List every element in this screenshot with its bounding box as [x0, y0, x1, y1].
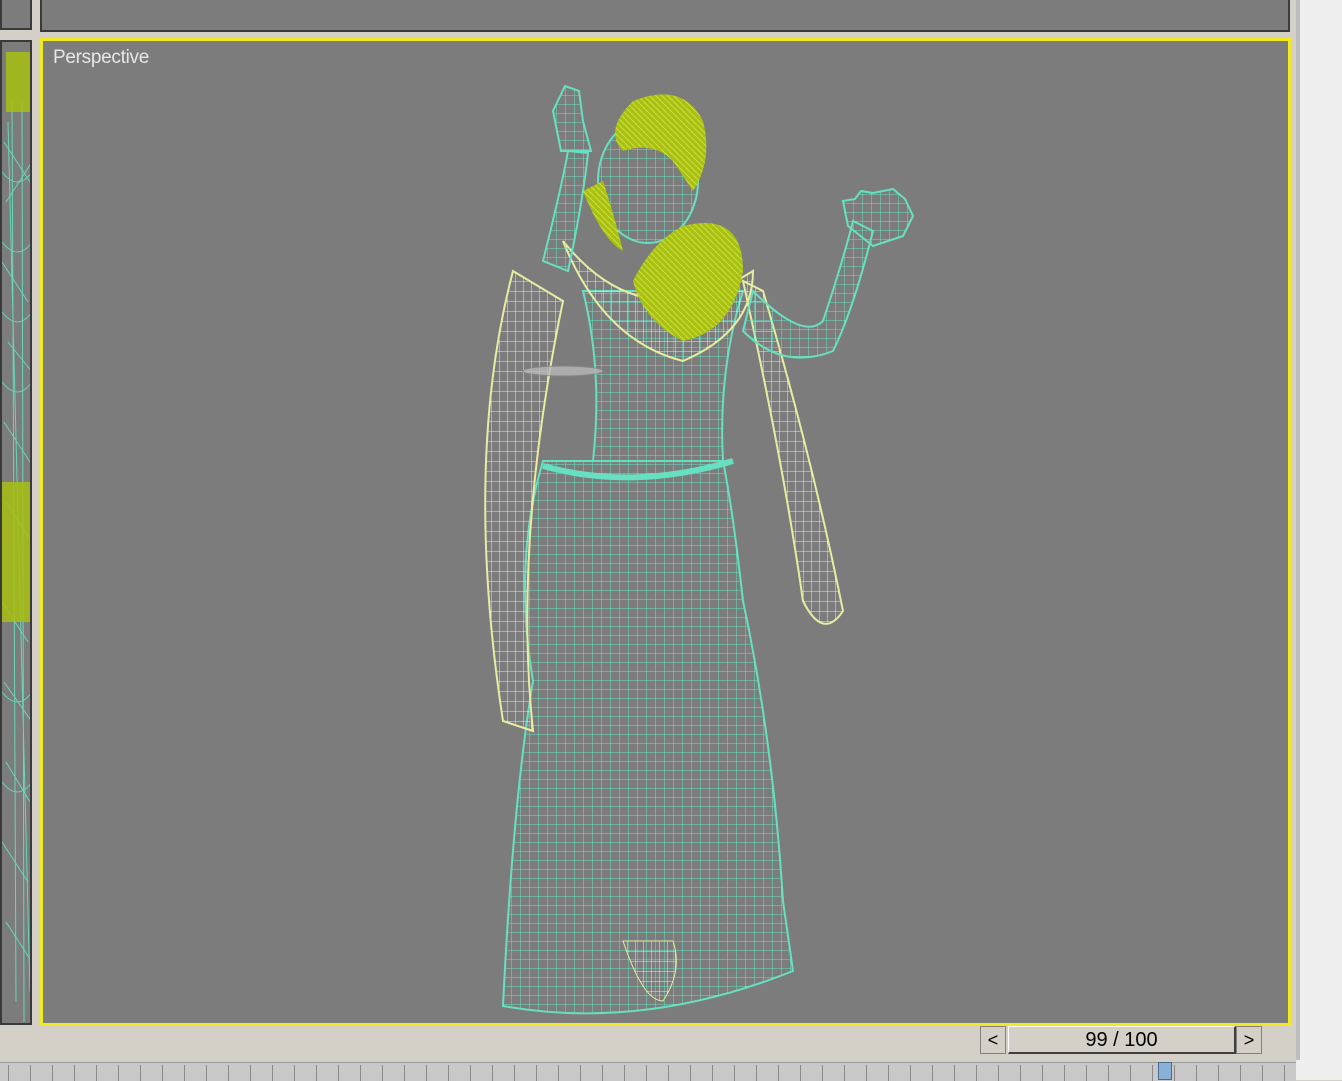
track-bar-tick [514, 1065, 515, 1081]
track-bar-tick [8, 1065, 9, 1081]
track-bar-tick [558, 1065, 559, 1081]
track-bar-tick [96, 1065, 97, 1081]
track-bar-tick [404, 1065, 405, 1081]
left-viewport-wireframe [2, 52, 30, 1023]
track-bar-tick [536, 1065, 537, 1081]
track-bar-tick [1130, 1065, 1131, 1081]
track-bar-tick [426, 1065, 427, 1081]
track-bar-tick [228, 1065, 229, 1081]
track-bar-tick [470, 1065, 471, 1081]
track-bar-tick [448, 1065, 449, 1081]
track-bar-tick [580, 1065, 581, 1081]
panel-divider [1296, 0, 1300, 1060]
track-bar-tick [866, 1065, 867, 1081]
track-bar-tick [1284, 1065, 1285, 1081]
track-bar-tick [184, 1065, 185, 1081]
track-bar-tick [492, 1065, 493, 1081]
track-bar-tick [1152, 1065, 1153, 1081]
track-bar-tick [206, 1065, 207, 1081]
track-bar-tick [976, 1065, 977, 1081]
track-bar-tick [888, 1065, 889, 1081]
track-bar-tick [74, 1065, 75, 1081]
track-bar-tick [1086, 1065, 1087, 1081]
track-bar-tick [1196, 1065, 1197, 1081]
right-panel-edge [1296, 0, 1342, 1080]
viewport-top-left[interactable] [0, 0, 32, 30]
track-bar-tick [954, 1065, 955, 1081]
track-bar-tick [756, 1065, 757, 1081]
track-bar-tick [1064, 1065, 1065, 1081]
track-bar-tick [998, 1065, 999, 1081]
track-bar-tick [1218, 1065, 1219, 1081]
current-frame-marker[interactable] [1158, 1062, 1172, 1080]
track-bar-tick [1262, 1065, 1263, 1081]
track-bar-tick [690, 1065, 691, 1081]
track-bar-tick [712, 1065, 713, 1081]
track-bar-tick [294, 1065, 295, 1081]
track-bar-tick [624, 1065, 625, 1081]
track-bar-tick [272, 1065, 273, 1081]
track-bar-tick [250, 1065, 251, 1081]
viewport-left[interactable] [0, 40, 32, 1025]
track-bar-tick [118, 1065, 119, 1081]
time-slider-prev-button[interactable]: < [980, 1026, 1006, 1054]
track-bar-tick [668, 1065, 669, 1081]
track-bar-tick [800, 1065, 801, 1081]
character-wireframe [484, 84, 915, 1015]
time-slider-next-button[interactable]: > [1236, 1026, 1262, 1054]
track-bar-tick [52, 1065, 53, 1081]
track-bar-tick [162, 1065, 163, 1081]
track-bar[interactable] [0, 1062, 1296, 1081]
track-bar-tick [844, 1065, 845, 1081]
track-bar-tick [1108, 1065, 1109, 1081]
viewport-top[interactable] [40, 0, 1290, 32]
track-bar-tick [30, 1065, 31, 1081]
track-bar-tick [1020, 1065, 1021, 1081]
track-bar-tick [1042, 1065, 1043, 1081]
perspective-viewport[interactable]: Perspective [40, 38, 1291, 1026]
track-bar-tick [822, 1065, 823, 1081]
track-bar-tick [1174, 1065, 1175, 1081]
track-bar-tick [910, 1065, 911, 1081]
chevron-left-icon: < [987, 1030, 999, 1050]
track-bar-tick [778, 1065, 779, 1081]
track-bar-tick [382, 1065, 383, 1081]
track-bar-tick [1240, 1065, 1241, 1081]
time-slider-thumb[interactable]: 99 / 100 [1008, 1026, 1236, 1054]
track-bar-tick [646, 1065, 647, 1081]
track-bar-tick [140, 1065, 141, 1081]
track-bar-tick [360, 1065, 361, 1081]
frame-counter: 99 / 100 [1085, 1029, 1158, 1051]
track-bar-tick [602, 1065, 603, 1081]
chevron-right-icon: > [1243, 1030, 1255, 1050]
track-bar-tick [734, 1065, 735, 1081]
track-bar-tick [338, 1065, 339, 1081]
track-bar-tick [932, 1065, 933, 1081]
track-bar-tick [316, 1065, 317, 1081]
